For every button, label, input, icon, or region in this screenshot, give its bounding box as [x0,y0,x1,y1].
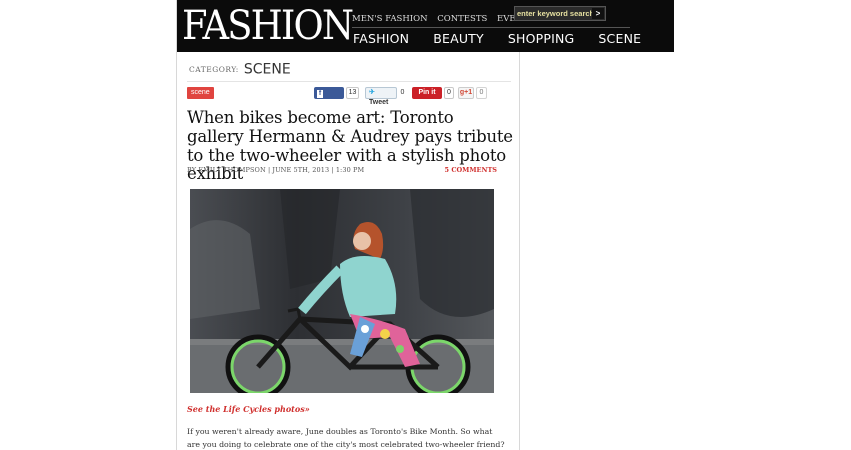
tag-badge[interactable]: scene [187,87,214,99]
site-logo[interactable]: FASHION [182,3,354,49]
divider [187,81,511,82]
google-plus-button[interactable]: g+1 [458,87,474,99]
nav-shopping[interactable]: SHOPPING [508,31,575,46]
gallery-link[interactable]: See the Life Cycles photos» [187,404,310,414]
page-container: FASHION MEN'S FASHION CONTESTS EVENTS > … [176,0,674,450]
util-nav-mens-fashion[interactable]: MEN'S FASHION [352,14,428,24]
twitter-bird-icon: ✈ [369,89,375,96]
article-byline: BY EMILY THOMPSON | JUNE 5TH, 2013 | 1:3… [187,166,365,174]
google-plus-count: 0 [476,87,487,99]
category-heading: CATEGORY: SCENE [189,59,291,78]
main-nav: FASHION BEAUTY SHOPPING SCENE [353,31,661,46]
search-input[interactable] [517,8,593,19]
facebook-share-count: 13 [346,87,359,99]
photo-illustration [190,189,494,393]
facebook-icon: f [317,90,323,98]
arrow-right-icon[interactable]: > [592,8,604,19]
util-nav-contests[interactable]: CONTESTS [437,14,487,24]
category-label: CATEGORY: [189,65,239,74]
nav-divider [352,27,630,28]
article-body: If you weren't already aware, June doubl… [187,427,505,449]
nav-fashion[interactable]: FASHION [353,31,409,46]
nav-scene[interactable]: SCENE [598,31,641,46]
pinterest-count: 0 [444,87,454,99]
search-box: > [514,6,606,21]
nav-beauty[interactable]: BEAUTY [433,31,484,46]
sidebar [521,52,673,450]
comments-link[interactable]: 5 COMMENTS [445,166,497,174]
twitter-count: 0 [400,89,405,96]
category-value[interactable]: SCENE [244,62,291,78]
facebook-share-button[interactable]: f Share [314,87,344,108]
article-photo[interactable] [190,189,494,393]
masthead: FASHION MEN'S FASHION CONTESTS EVENTS > … [177,0,674,52]
twitter-tweet-button[interactable]: ✈ Tweet [365,87,397,106]
article-column: CATEGORY: SCENE scene fShare 13 ✈Tweet 0 … [177,52,520,450]
facebook-share-label: Share [317,101,337,108]
tweet-label: Tweet [369,99,389,106]
pinterest-pin-button[interactable]: Pin it [412,87,442,99]
